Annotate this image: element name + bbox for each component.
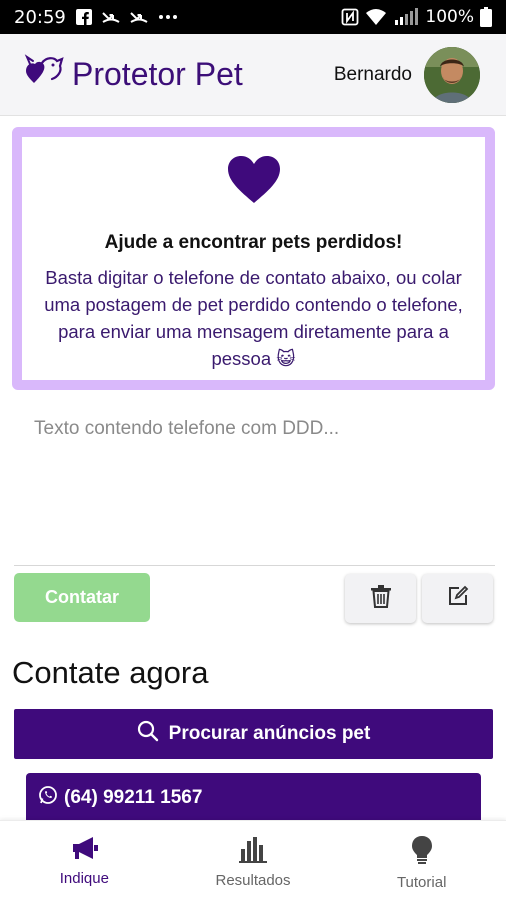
wifi-icon xyxy=(365,8,387,26)
heart-icon-wrap xyxy=(22,155,485,210)
nav-label-indique: Indique xyxy=(59,870,109,887)
info-card: Ajude a encontrar pets perdidos! Basta d… xyxy=(12,127,495,390)
phone-contact-card[interactable]: (64) 99211 1567 xyxy=(26,773,481,823)
nav-item-indique[interactable]: Indique xyxy=(0,821,169,900)
info-body: Basta digitar o telefone de contato abai… xyxy=(44,267,463,369)
user-name: Bernardo xyxy=(333,63,412,85)
app-title: Protetor Pet xyxy=(72,56,243,92)
more-dots-icon xyxy=(158,14,178,20)
avatar[interactable] xyxy=(424,46,480,103)
edit-icon xyxy=(447,585,469,612)
trash-icon xyxy=(370,584,392,613)
bar-chart-icon xyxy=(239,835,267,868)
nav-item-tutorial[interactable]: Tutorial xyxy=(337,821,506,900)
whatsapp-icon xyxy=(38,785,58,811)
search-ads-label: Procurar anúncios pet xyxy=(168,723,371,744)
app-header: Protetor Pet Bernardo xyxy=(0,34,506,116)
missed-call-icon xyxy=(102,10,120,24)
search-icon xyxy=(137,720,159,748)
brand[interactable]: Protetor Pet xyxy=(22,53,243,96)
nav-item-resultados[interactable]: Resultados xyxy=(169,821,338,900)
signal-icon xyxy=(393,8,419,26)
facebook-icon xyxy=(75,9,92,25)
edit-button[interactable] xyxy=(422,574,493,623)
user-profile[interactable]: Bernardo xyxy=(333,46,480,103)
battery-icon xyxy=(480,7,492,27)
battery-percent: 100% xyxy=(425,7,474,27)
status-time: 20:59 xyxy=(14,6,66,28)
status-left: 20:59 xyxy=(14,7,178,28)
delete-button[interactable] xyxy=(345,574,416,623)
contact-button[interactable]: Contatar xyxy=(14,573,150,622)
search-ads-button[interactable]: Procurar anúncios pet xyxy=(14,709,493,759)
pet-heart-logo-icon xyxy=(22,53,64,96)
status-bar: 20:59 100% xyxy=(0,0,506,34)
contact-now-title: Contate agora xyxy=(12,655,209,690)
heart-icon xyxy=(226,155,282,210)
phone-number: (64) 99211 1567 xyxy=(64,787,203,808)
megaphone-icon xyxy=(69,835,99,866)
nav-label-tutorial: Tutorial xyxy=(396,874,447,891)
status-right: 100% xyxy=(341,7,492,27)
missed-call-icon xyxy=(130,10,148,24)
nav-label-resultados: Resultados xyxy=(215,872,291,889)
nfc-icon xyxy=(341,8,359,26)
bottom-nav: Indique Resultados Tutorial xyxy=(0,820,506,900)
info-title: Ajude a encontrar pets perdidos! xyxy=(104,232,403,253)
lightbulb-icon xyxy=(411,835,433,870)
phone-text-input[interactable] xyxy=(14,400,495,566)
